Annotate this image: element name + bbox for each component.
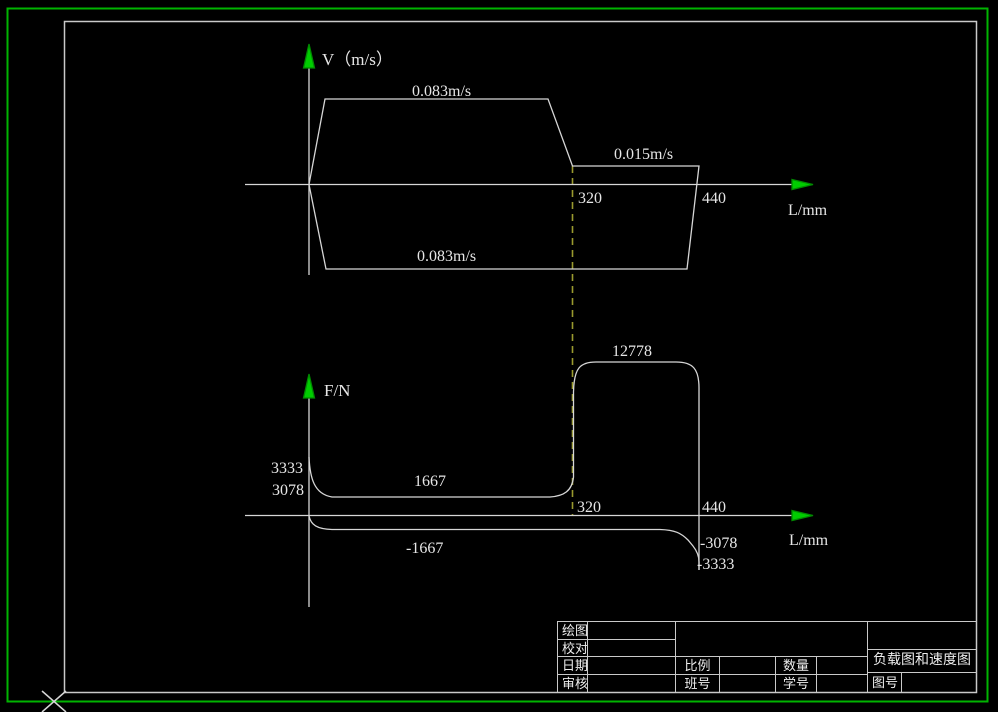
velocity-chart: V（m/s） 0.083m/s 0.015m/s 320 440 L/mm 0.… xyxy=(245,44,828,275)
title-block-drawing-no-label: 图号 xyxy=(867,672,902,693)
end-force-label-upper: -3078 xyxy=(700,535,737,552)
peak-force-label: 12778 xyxy=(612,343,652,360)
title-block-quantity-label: 数量 xyxy=(775,656,817,675)
force-tick-320: 320 xyxy=(577,499,601,516)
velocity-tick-440: 440 xyxy=(702,190,726,207)
force-x-axis-arrow-icon xyxy=(792,511,813,521)
velocity-x-axis-label: L/mm xyxy=(788,202,828,219)
forward-speed-label: 0.083m/s xyxy=(412,83,471,100)
drawing-layer: V（m/s） 0.083m/s 0.015m/s 320 440 L/mm 0.… xyxy=(0,0,998,712)
title-block-label-draw: 绘图 xyxy=(557,621,588,640)
force-tick-440: 440 xyxy=(702,499,726,516)
working-force-curve xyxy=(309,362,699,570)
title-block-value-audit xyxy=(587,674,676,693)
cad-drawing-canvas: V（m/s） 0.083m/s 0.015m/s 320 440 L/mm 0.… xyxy=(0,0,998,712)
sheet-frame xyxy=(65,22,977,693)
title-block-class-value xyxy=(719,674,776,693)
velocity-tick-320: 320 xyxy=(578,190,602,207)
velocity-x-axis-arrow-icon xyxy=(792,180,813,190)
title-block-student-value xyxy=(816,674,868,693)
title-block-scale-value xyxy=(719,656,776,675)
title-block-class-label: 班号 xyxy=(675,674,720,693)
title-block-label-audit: 审核 xyxy=(557,674,588,693)
title-block-middle-empty-cell xyxy=(675,621,868,657)
velocity-y-axis-arrow-icon xyxy=(304,44,315,68)
velocity-y-axis-label: V（m/s） xyxy=(322,50,393,69)
work-force-label: 1667 xyxy=(414,473,446,490)
title-block-drawing-no-value xyxy=(901,672,977,693)
start-force-label-lower: 3078 xyxy=(272,482,304,499)
force-y-axis-label: F/N xyxy=(324,381,350,400)
force-y-axis-arrow-icon xyxy=(304,374,315,398)
title-block-value-date xyxy=(587,656,676,675)
slow-speed-label: 0.015m/s xyxy=(614,146,673,163)
force-chart: F/N 12778 3333 3078 1667 320 440 -1667 -… xyxy=(245,343,829,607)
title-block-value-draw xyxy=(587,621,676,640)
title-block-scale-label: 比例 xyxy=(675,656,720,675)
force-x-axis-label: L/mm xyxy=(789,532,829,549)
start-force-label-upper: 3333 xyxy=(271,460,303,477)
title-block-value-check xyxy=(587,639,676,657)
title-block-label-date: 日期 xyxy=(557,656,588,675)
title-block-student-label: 学号 xyxy=(775,674,817,693)
return-force-curve xyxy=(309,516,699,570)
return-force-label: -1667 xyxy=(406,540,443,557)
outer-green-border xyxy=(8,9,988,702)
title-block-quantity-value xyxy=(816,656,868,675)
return-speed-label: 0.083m/s xyxy=(417,248,476,265)
title-block-label-check: 校对 xyxy=(557,639,588,657)
title-block-drawing-title: 负载图和速度图 xyxy=(867,649,977,673)
title-block-right-empty-cell xyxy=(867,621,977,650)
end-force-label-lower: -3333 xyxy=(697,556,734,573)
